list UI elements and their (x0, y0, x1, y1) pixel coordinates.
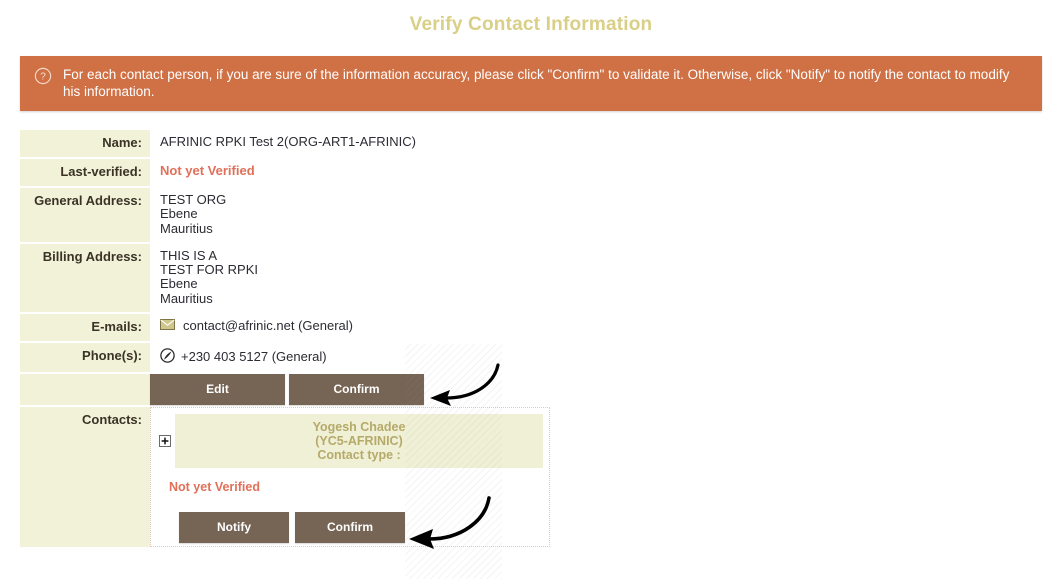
billing-address-line: Mauritius (160, 290, 213, 306)
alert-message: For each contact person, if you are sure… (63, 67, 1010, 99)
label-contacts: Contacts: (20, 407, 150, 548)
value-general-address: TEST ORG Ebene Mauritius (150, 188, 1042, 242)
row-phones: Phone(s): +230 403 5127 (General) (20, 343, 1042, 373)
edit-button[interactable]: Edit (150, 374, 285, 406)
notify-button[interactable]: Notify (179, 512, 289, 544)
label-last-verified: Last-verified: (20, 159, 150, 186)
general-address-line: TEST ORG (160, 192, 227, 207)
label-name: Name: (20, 130, 150, 157)
contact-action-buttons: Notify Confirm (151, 494, 549, 544)
page-title: Verify Contact Information (409, 14, 653, 35)
org-action-buttons: Edit Confirm (150, 374, 1042, 406)
row-contacts: Contacts: Yogesh Chadee (YC5-AFRINIC) Co… (20, 407, 1042, 548)
confirm-contact-button[interactable]: Confirm (295, 512, 405, 544)
value-name: AFRINIC RPKI Test 2(ORG-ART1-AFRINIC) (160, 134, 416, 149)
phone-number: +230 403 5127 (General) (181, 349, 327, 365)
contact-handle: (YC5-AFRINIC) (315, 434, 403, 449)
envelope-icon (160, 319, 175, 333)
billing-address-line: TEST FOR RPKI (160, 262, 258, 278)
contacts-panel: Yogesh Chadee (YC5-AFRINIC) Contact type… (150, 407, 550, 548)
billing-address-line: THIS IS A (160, 247, 218, 263)
contacts-cell: Yogesh Chadee (YC5-AFRINIC) Contact type… (150, 407, 1042, 548)
contact-header: Yogesh Chadee (YC5-AFRINIC) Contact type… (175, 414, 543, 469)
email-address: contact@afrinic.net (General) (183, 318, 353, 334)
contact-item: Yogesh Chadee (YC5-AFRINIC) Contact type… (157, 414, 543, 469)
contact-details-table: Name: AFRINIC RPKI Test 2(ORG-ART1-AFRIN… (20, 128, 1042, 549)
row-org-actions: Edit Confirm (20, 374, 1042, 406)
phone-icon (160, 348, 175, 366)
confirm-organisation-button[interactable]: Confirm (289, 374, 424, 406)
general-address-line: Ebene (160, 206, 198, 222)
row-emails: E-mails: contact@afrinic.net (General) (20, 314, 1042, 342)
label-org-actions-spacer (20, 374, 150, 406)
label-phones: Phone(s): (20, 343, 150, 373)
contact-status-badge: Not yet Verified (169, 480, 260, 495)
plus-box-icon[interactable] (159, 435, 171, 448)
label-general-address: General Address: (20, 188, 150, 242)
row-billing-address: Billing Address: THIS IS A TEST FOR RPKI… (20, 243, 1042, 313)
row-name: Name: AFRINIC RPKI Test 2(ORG-ART1-AFRIN… (20, 130, 1042, 157)
value-billing-address: THIS IS A TEST FOR RPKI Ebene Mauritius (150, 244, 1042, 312)
contact-type: Contact type : (317, 448, 401, 463)
value-emails: contact@afrinic.net (General) (150, 314, 1042, 341)
status-badge-last-verified: Not yet Verified (160, 163, 255, 178)
info-alert-banner: ? For each contact person, if you are su… (20, 56, 1042, 111)
value-last-verified: Not yet Verified (150, 159, 1042, 186)
label-emails: E-mails: (20, 314, 150, 342)
billing-address-line: Ebene (160, 276, 198, 292)
value-phones: +230 403 5127 (General) (150, 343, 1042, 372)
row-general-address: General Address: TEST ORG Ebene Mauritiu… (20, 188, 1042, 242)
row-last-verified: Last-verified: Not yet Verified (20, 159, 1042, 186)
svg-text:?: ? (40, 72, 46, 83)
question-circle-icon: ? (34, 67, 52, 85)
general-address-line: Mauritius (160, 220, 213, 236)
label-billing-address: Billing Address: (20, 243, 150, 313)
contact-name: Yogesh Chadee (312, 420, 406, 435)
